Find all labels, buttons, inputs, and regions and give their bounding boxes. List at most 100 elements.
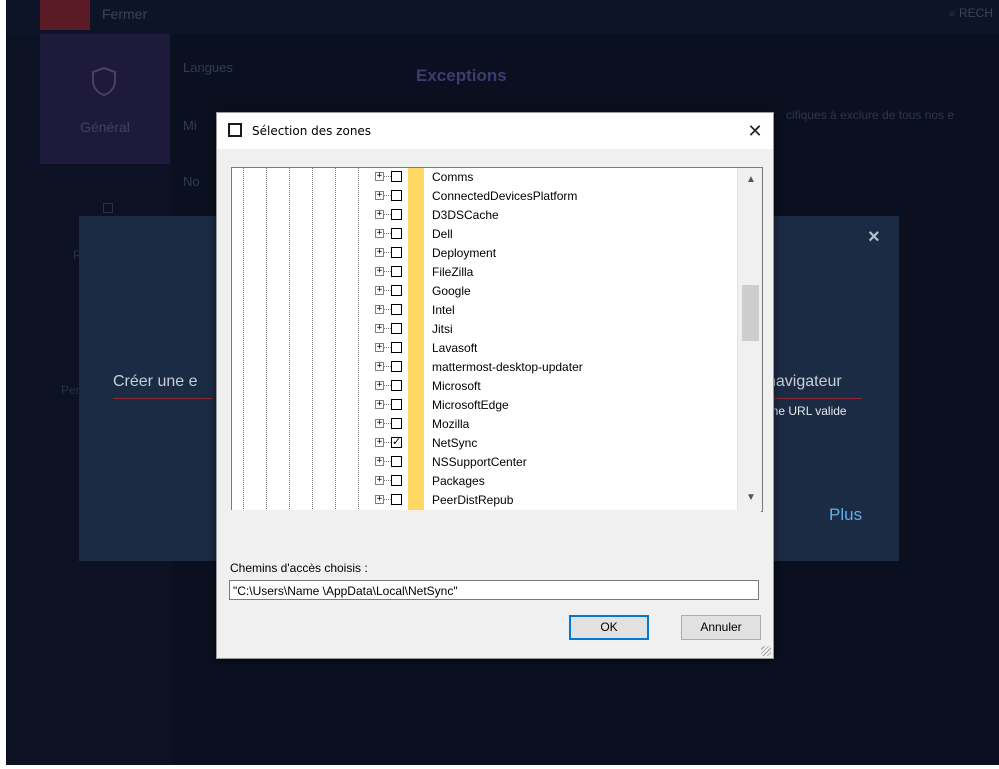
dialog-close-button[interactable]: ✕ (743, 119, 767, 143)
tree-row[interactable]: + Packages (232, 472, 747, 492)
dialog-title: Sélection des zones (252, 124, 372, 138)
tree-connector (384, 480, 391, 481)
expand-plus-icon[interactable]: + (375, 172, 384, 181)
cancel-button[interactable]: Annuler (681, 615, 761, 640)
folder-label: Intel (432, 303, 455, 317)
folder-label: Google (432, 284, 471, 298)
tree-connector (384, 385, 391, 386)
tree-row[interactable]: + Dell (232, 225, 747, 245)
folder-checkbox[interactable]: ✓ (391, 437, 402, 448)
folder-label: mattermost-desktop-updater (432, 360, 583, 374)
tree-row[interactable]: + ✓ NetSync (232, 434, 747, 454)
expand-plus-icon[interactable]: + (375, 381, 384, 390)
tree-connector (384, 176, 391, 177)
horizontal-scroll-area (231, 510, 761, 516)
tree-row[interactable]: + FileZilla (232, 263, 747, 283)
tree-row[interactable]: + NSSupportCenter (232, 453, 747, 473)
tree-row[interactable]: + D3DSCache (232, 206, 747, 226)
folder-tree[interactable]: + Comms + ConnectedDevicesPlatform + D3DSCach… (231, 167, 763, 512)
tree-row[interactable]: + Mozilla (232, 415, 747, 435)
tree-row[interactable]: + ConnectedDevicesPlatform (232, 187, 747, 207)
expand-plus-icon[interactable]: + (375, 305, 384, 314)
close-tab-button[interactable] (40, 0, 90, 30)
folder-checkbox[interactable] (391, 190, 402, 201)
folder-icon (408, 358, 424, 378)
tree-row[interactable]: + PeerDistRepub (232, 491, 747, 511)
url-hint: une URL valide (765, 404, 847, 418)
browser-tab[interactable]: navigateur (767, 373, 842, 391)
nav-fragment-per[interactable]: Per (61, 383, 80, 397)
folder-checkbox[interactable] (391, 171, 402, 182)
folder-checkbox[interactable] (391, 475, 402, 486)
folder-checkbox[interactable] (391, 342, 402, 353)
vertical-scrollbar[interactable]: ▲ ▼ (737, 168, 762, 511)
folder-checkbox[interactable] (391, 494, 402, 505)
folder-checkbox[interactable] (391, 228, 402, 239)
chosen-paths-field[interactable]: "C:\Users\Name \AppData\Local\NetSync" (229, 580, 759, 600)
expand-plus-icon[interactable]: + (375, 438, 384, 447)
folder-label: NSSupportCenter (432, 455, 527, 469)
expand-plus-icon[interactable]: + (375, 343, 384, 352)
tree-row[interactable]: + mattermost-desktop-updater (232, 358, 747, 378)
modal-close-icon[interactable]: × (868, 226, 880, 249)
tree-row[interactable]: + MicrosoftEdge (232, 396, 747, 416)
expand-plus-icon[interactable]: + (375, 191, 384, 200)
expand-plus-icon[interactable]: + (375, 476, 384, 485)
folder-checkbox[interactable] (391, 361, 402, 372)
tree-row[interactable]: + Lavasoft (232, 339, 747, 359)
dialog-titlebar[interactable]: Sélection des zones ✕ (217, 113, 773, 149)
submenu-langues[interactable]: Langues (183, 60, 233, 75)
tree-row[interactable]: + Intel (232, 301, 747, 321)
folder-checkbox[interactable] (391, 266, 402, 277)
ok-button[interactable]: OK (569, 615, 649, 640)
expand-plus-icon[interactable]: + (375, 229, 384, 238)
folder-label: Lavasoft (432, 341, 478, 355)
tree-row[interactable]: + Google (232, 282, 747, 302)
chevron-down-icon[interactable]: ▼ (746, 492, 756, 503)
folder-icon (408, 491, 424, 511)
tree-row[interactable]: + Comms (232, 168, 747, 188)
folder-checkbox[interactable] (391, 380, 402, 391)
folder-label: D3DSCache (432, 208, 499, 222)
submenu-item-3[interactable]: No (183, 174, 200, 189)
nav-general[interactable]: Général (40, 34, 170, 164)
folder-icon (408, 434, 424, 454)
folder-checkbox[interactable] (391, 304, 402, 315)
tree-row[interactable]: + Microsoft (232, 377, 747, 397)
tree-row[interactable]: + Deployment (232, 244, 747, 264)
nav-general-label: Général (80, 119, 130, 135)
expand-plus-icon[interactable]: + (375, 457, 384, 466)
create-exception-tab[interactable]: Créer une e (113, 373, 198, 391)
tree-connector (384, 461, 391, 462)
expand-plus-icon[interactable]: + (375, 210, 384, 219)
folder-checkbox[interactable] (391, 418, 402, 429)
folder-checkbox[interactable] (391, 247, 402, 258)
tree-connector (384, 347, 391, 348)
folder-checkbox[interactable] (391, 323, 402, 334)
tree-row[interactable]: + Jitsi (232, 320, 747, 340)
folder-label: Jitsi (432, 322, 453, 336)
search-button[interactable]: ⌕ RECH (949, 6, 993, 21)
tree-connector (384, 233, 391, 234)
folder-checkbox[interactable] (391, 285, 402, 296)
expand-plus-icon[interactable]: + (375, 400, 384, 409)
expand-plus-icon[interactable]: + (375, 267, 384, 276)
expand-plus-icon[interactable]: + (375, 495, 384, 504)
expand-plus-icon[interactable]: + (375, 324, 384, 333)
expand-plus-icon[interactable]: + (375, 362, 384, 371)
folder-checkbox[interactable] (391, 209, 402, 220)
folder-checkbox[interactable] (391, 399, 402, 410)
folder-icon (408, 301, 424, 321)
scrollbar-thumb[interactable] (742, 285, 759, 341)
submenu-item-2[interactable]: Mi (183, 118, 197, 133)
tree-connector (384, 366, 391, 367)
resize-grip-icon[interactable] (761, 646, 771, 656)
expand-plus-icon[interactable]: + (375, 248, 384, 257)
folder-icon (408, 472, 424, 492)
folder-checkbox[interactable] (391, 456, 402, 467)
folder-icon (408, 453, 424, 473)
expand-plus-icon[interactable]: + (375, 419, 384, 428)
chevron-up-icon[interactable]: ▲ (746, 174, 756, 185)
plus-link[interactable]: Plus (829, 505, 862, 525)
expand-plus-icon[interactable]: + (375, 286, 384, 295)
